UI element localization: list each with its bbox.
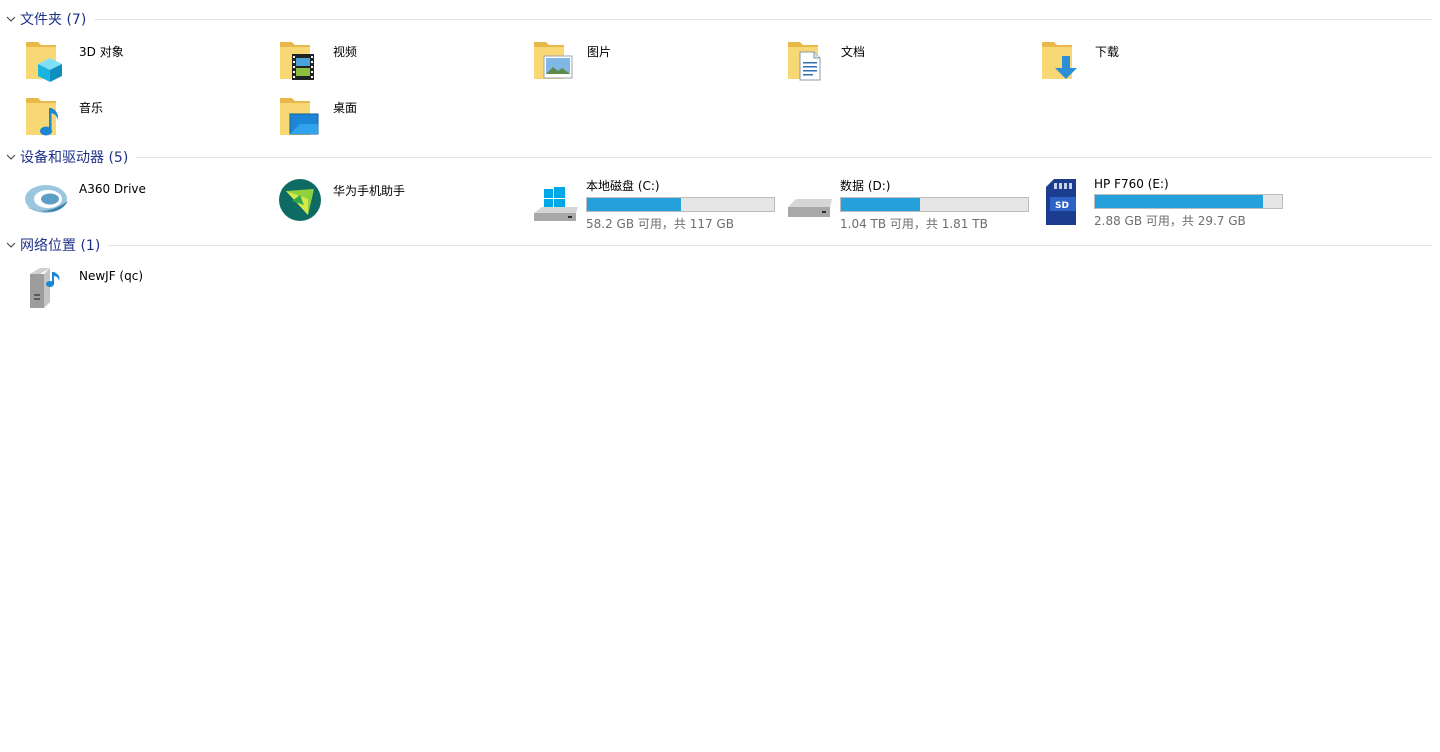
folder-label: 文档: [841, 45, 866, 59]
group-header-devices[interactable]: 设备和驱动器 (5): [0, 147, 1432, 167]
pictures-folder-icon: [532, 38, 580, 86]
folder-label: 桌面: [333, 101, 358, 115]
documents-folder-icon: [786, 38, 834, 86]
device-huawei-hisuite[interactable]: 华为手机助手: [262, 177, 512, 229]
chevron-down-icon[interactable]: [6, 152, 16, 162]
folder-label: 音乐: [79, 101, 104, 115]
group-header-folders[interactable]: 文件夹 (7): [0, 9, 1432, 29]
chevron-down-icon[interactable]: [6, 240, 16, 250]
group-divider: [136, 156, 1432, 158]
downloads-folder-icon: [1040, 38, 1088, 86]
folder-pictures[interactable]: 图片: [516, 38, 766, 90]
drive-free-space: 58.2 GB 可用，共 117 GB: [586, 217, 734, 231]
drive-usage-fill: [841, 198, 920, 211]
huawei-hisuite-icon: [278, 177, 326, 225]
drive-label: HP F760 (E:): [1094, 177, 1169, 191]
drive-c[interactable]: 本地磁盘 (C:) 58.2 GB 可用，共 117 GB: [516, 177, 775, 231]
drive-usage-bar: [1094, 194, 1283, 209]
drive-usage-fill: [1095, 195, 1264, 208]
network-location-newjf[interactable]: NewJF (qc): [8, 264, 258, 316]
drive-usage-fill: [587, 198, 681, 211]
folder-label: 图片: [587, 45, 612, 59]
drive-free-space: 1.04 TB 可用，共 1.81 TB: [840, 217, 988, 231]
folder-3d-objects[interactable]: 3D 对象: [8, 38, 258, 90]
drive-usage-bar: [586, 197, 775, 212]
folder-music[interactable]: 音乐: [8, 94, 258, 146]
drive-e[interactable]: SD HP F760 (E:) 2.88 GB 可用，共 29.7 GB: [1024, 177, 1283, 229]
folder-downloads[interactable]: 下载: [1024, 38, 1274, 90]
folder-videos[interactable]: 视频: [262, 38, 512, 90]
group-title: 网络位置 (1): [20, 238, 101, 254]
network-label: NewJF (qc): [79, 269, 144, 283]
device-label: A360 Drive: [79, 182, 146, 196]
folder-documents[interactable]: 文档: [770, 38, 1020, 90]
windows-drive-icon: [532, 177, 580, 225]
folder-label: 视频: [333, 45, 358, 59]
sd-card-icon: SD: [1040, 177, 1088, 225]
3d-objects-folder-icon: [24, 38, 72, 86]
drive-label: 数据 (D:): [840, 179, 891, 193]
desktop-folder-icon: [278, 94, 326, 142]
group-divider: [94, 18, 1432, 20]
device-a360-drive[interactable]: A360 Drive: [8, 177, 258, 229]
folder-label: 下载: [1095, 45, 1120, 59]
device-label: 华为手机助手: [333, 184, 406, 198]
drive-usage-bar: [840, 197, 1029, 212]
group-divider: [108, 244, 1432, 246]
group-title: 设备和驱动器 (5): [20, 150, 129, 166]
group-header-network[interactable]: 网络位置 (1): [0, 235, 1432, 255]
music-folder-icon: [24, 94, 72, 142]
svg-text:SD: SD: [1055, 201, 1069, 211]
a360-drive-icon: [24, 177, 72, 225]
drive-free-space: 2.88 GB 可用，共 29.7 GB: [1094, 214, 1246, 228]
folder-desktop[interactable]: 桌面: [262, 94, 512, 146]
chevron-down-icon[interactable]: [6, 14, 16, 24]
network-media-server-icon: [24, 264, 72, 312]
folder-label: 3D 对象: [79, 45, 124, 59]
group-title: 文件夹 (7): [20, 12, 87, 28]
drive-label: 本地磁盘 (C:): [586, 179, 660, 193]
videos-folder-icon: [278, 38, 326, 86]
hard-drive-icon: [786, 177, 834, 225]
drive-d[interactable]: 数据 (D:) 1.04 TB 可用，共 1.81 TB: [770, 177, 1029, 231]
